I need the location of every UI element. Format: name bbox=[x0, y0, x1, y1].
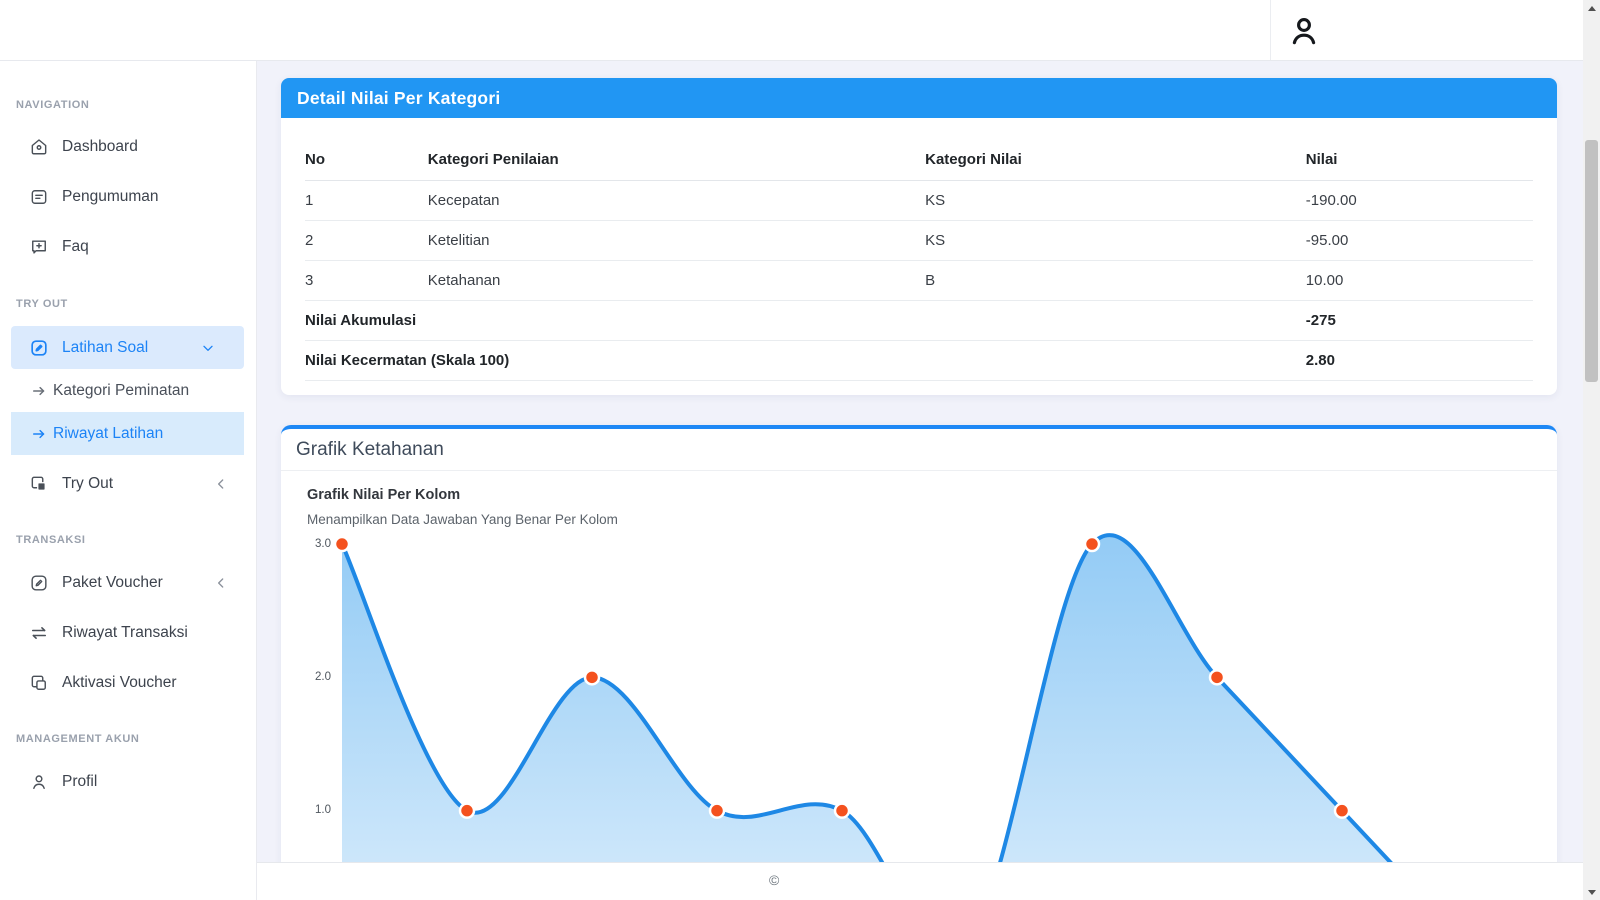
card-title: Detail Nilai Per Kategori bbox=[297, 88, 500, 109]
chart-canvas bbox=[300, 533, 1545, 900]
main-content: Detail Nilai Per Kategori No Kategori Pe… bbox=[257, 61, 1583, 900]
copyright-symbol: © bbox=[769, 872, 779, 888]
sidebar-item-riwayat-transaksi[interactable]: Riwayat Transaksi bbox=[0, 611, 257, 655]
section-label-navigation: NAVIGATION bbox=[16, 99, 89, 111]
data-point bbox=[585, 670, 599, 684]
summary-row-akumulasi: Nilai Akumulasi -275 bbox=[305, 301, 1533, 341]
scroll-up-arrow[interactable] bbox=[1583, 0, 1600, 16]
data-point bbox=[335, 537, 349, 551]
chevron-down-icon bbox=[200, 340, 216, 356]
data-point bbox=[1085, 537, 1099, 551]
area-chart[interactable]: 3.0 2.0 1.0 bbox=[300, 533, 1545, 863]
user-avatar-icon[interactable] bbox=[1286, 13, 1322, 49]
data-point bbox=[460, 804, 474, 818]
detail-nilai-card: Detail Nilai Per Kategori No Kategori Pe… bbox=[281, 78, 1557, 395]
scrollbar-thumb[interactable] bbox=[1585, 140, 1598, 382]
sidebar-item-faq[interactable]: Faq bbox=[0, 225, 257, 269]
data-point bbox=[835, 804, 849, 818]
vertical-scrollbar[interactable] bbox=[1583, 0, 1600, 900]
header-divider bbox=[1270, 0, 1271, 60]
sidebar-item-try-out[interactable]: Try Out bbox=[0, 462, 257, 506]
sidebar: NAVIGATION Dashboard Pengumuman Faq TRY … bbox=[0, 0, 257, 900]
copy-filled-icon bbox=[29, 474, 49, 494]
arrow-right-icon bbox=[30, 425, 48, 443]
chevron-left-icon bbox=[213, 575, 229, 591]
section-label-management-akun: MANAGEMENT AKUN bbox=[16, 733, 139, 745]
sidebar-item-paket-voucher[interactable]: Paket Voucher bbox=[0, 561, 257, 605]
arrow-right-icon bbox=[30, 382, 48, 400]
edit-icon bbox=[29, 338, 49, 358]
table-row: 3 Ketahanan B 10.00 bbox=[305, 261, 1533, 301]
table-row: 2 Ketelitian KS -95.00 bbox=[305, 221, 1533, 261]
data-point bbox=[710, 804, 724, 818]
copy-icon bbox=[29, 673, 49, 693]
sidebar-item-latihan-soal[interactable]: Latihan Soal bbox=[11, 326, 244, 369]
sidebar-subitem-kategori-peminatan[interactable]: Kategori Peminatan bbox=[11, 369, 244, 412]
sidebar-item-aktivasi-voucher[interactable]: Aktivasi Voucher bbox=[0, 661, 257, 705]
edit-icon bbox=[29, 573, 49, 593]
faq-icon bbox=[29, 237, 49, 257]
summary-row-kecermatan: Nilai Kecermatan (Skala 100) 2.80 bbox=[305, 341, 1533, 381]
user-icon bbox=[29, 772, 49, 792]
col-header-kategori-nilai: Kategori Nilai bbox=[925, 140, 1306, 181]
chevron-left-icon bbox=[213, 476, 229, 492]
col-header-kategori-penilaian: Kategori Penilaian bbox=[428, 140, 925, 181]
transfer-icon bbox=[29, 623, 49, 643]
table-row: 1 Kecepatan KS -190.00 bbox=[305, 181, 1533, 221]
data-point bbox=[1210, 670, 1224, 684]
home-icon bbox=[29, 137, 49, 157]
chart-subtitle: Menampilkan Data Jawaban Yang Benar Per … bbox=[307, 512, 1557, 527]
top-header bbox=[0, 0, 1583, 61]
grafik-ketahanan-card: Grafik Ketahanan Grafik Nilai Per Kolom … bbox=[281, 425, 1557, 900]
chart-title: Grafik Nilai Per Kolom bbox=[307, 487, 1557, 503]
section-label-transaksi: TRANSAKSI bbox=[16, 534, 86, 546]
sidebar-item-pengumuman[interactable]: Pengumuman bbox=[0, 175, 257, 219]
score-table: No Kategori Penilaian Kategori Nilai Nil… bbox=[305, 140, 1533, 381]
section-label-tryout: TRY OUT bbox=[16, 298, 68, 310]
grafik-card-header: Grafik Ketahanan bbox=[281, 429, 1557, 471]
sidebar-item-profil[interactable]: Profil bbox=[0, 760, 257, 804]
latihan-soal-submenu: Kategori Peminatan Riwayat Latihan bbox=[11, 369, 244, 458]
card-title: Grafik Ketahanan bbox=[296, 439, 444, 461]
announcement-icon bbox=[29, 187, 49, 207]
footer: © bbox=[257, 862, 1583, 900]
table-header-row: No Kategori Penilaian Kategori Nilai Nil… bbox=[305, 140, 1533, 181]
detail-nilai-card-header: Detail Nilai Per Kategori bbox=[281, 78, 1557, 118]
data-point bbox=[1335, 804, 1349, 818]
sidebar-subitem-riwayat-latihan[interactable]: Riwayat Latihan bbox=[11, 412, 244, 455]
sidebar-item-dashboard[interactable]: Dashboard bbox=[0, 125, 257, 169]
scroll-down-arrow[interactable] bbox=[1583, 884, 1600, 900]
col-header-nilai: Nilai bbox=[1306, 140, 1533, 181]
col-header-no: No bbox=[305, 140, 428, 181]
